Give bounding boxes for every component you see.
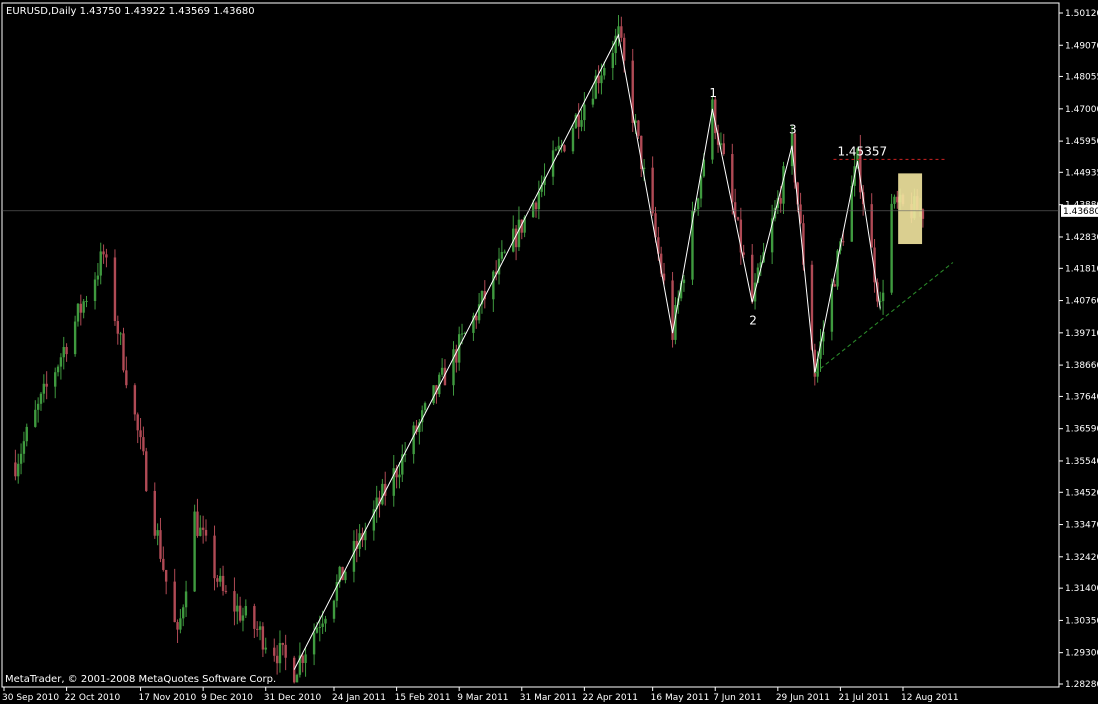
- x-tick-label: 9 Mar 2011: [457, 693, 508, 703]
- x-tick-label: 22 Oct 2010: [65, 693, 121, 703]
- candle: [145, 447, 148, 493]
- x-tick-label: 22 Apr 2011: [582, 693, 638, 703]
- wave-label: 1: [709, 86, 717, 100]
- candle: [295, 673, 299, 683]
- y-tick-label: 1.47000: [1065, 105, 1098, 115]
- x-tick-label: 31 Mar 2011: [520, 693, 577, 703]
- symbol-info: EURUSD,Daily 1.43750 1.43922 1.43569 1.4…: [6, 6, 255, 17]
- y-tick-label: 1.41810: [1065, 264, 1098, 274]
- y-tick-label: 1.33470: [1065, 521, 1098, 531]
- candle: [193, 504, 196, 592]
- resistance-label: 1.45357: [837, 144, 887, 158]
- y-tick-label: 1.29300: [1065, 649, 1098, 659]
- candle: [671, 271, 674, 348]
- y-tick-label: 1.45950: [1065, 137, 1098, 147]
- x-tick-label: 30 Sep 2010: [2, 693, 59, 703]
- x-tick-label: 31 Dec 2010: [264, 693, 322, 703]
- y-tick-label: 1.49070: [1065, 41, 1098, 51]
- y-tick-label: 1.34520: [1065, 488, 1098, 498]
- current-price-label: 1.43680: [1063, 207, 1098, 217]
- chart-background: [0, 0, 1098, 704]
- x-tick-label: 17 Nov 2010: [139, 693, 197, 703]
- x-tick-label: 21 Jul 2011: [838, 693, 889, 703]
- x-tick-label: 12 Aug 2011: [901, 693, 959, 703]
- y-tick-label: 1.38660: [1065, 361, 1098, 371]
- x-tick-label: 9 Dec 2010: [201, 693, 253, 703]
- highlight-box: [898, 173, 923, 245]
- x-tick-label: 15 Feb 2011: [395, 693, 451, 703]
- candle: [73, 315, 77, 357]
- y-tick-label: 1.36590: [1065, 425, 1098, 435]
- wave-label: 2: [749, 313, 757, 327]
- y-tick-label: 1.48055: [1065, 72, 1098, 82]
- copyright-text: MetaTrader, © 2001-2008 MetaQuotes Softw…: [5, 674, 276, 685]
- candle: [563, 144, 566, 153]
- y-tick-label: 1.50120: [1065, 9, 1098, 19]
- x-tick-label: 16 May 2011: [651, 693, 710, 703]
- y-tick-label: 1.31400: [1065, 584, 1098, 594]
- y-tick-label: 1.40760: [1065, 297, 1098, 307]
- y-tick-label: 1.32420: [1065, 553, 1098, 563]
- candle: [292, 655, 296, 684]
- y-tick-label: 1.37640: [1065, 392, 1098, 402]
- x-tick-label: 29 Jun 2011: [776, 693, 830, 703]
- wave-label: 3: [789, 123, 797, 137]
- y-tick-label: 1.42830: [1065, 233, 1098, 243]
- candle: [711, 95, 714, 164]
- y-tick-label: 1.35540: [1065, 457, 1098, 467]
- x-tick-label: 7 Jun 2011: [713, 693, 761, 703]
- price-chart[interactable]: 1.45357 1 2 3 1.50120 1.49070 1.48055 1.47000 1…: [0, 0, 1098, 704]
- y-tick-label: 1.39710: [1065, 329, 1098, 339]
- candle: [113, 249, 117, 326]
- x-tick-label: 24 Jan 2011: [332, 693, 386, 703]
- y-tick-label: 1.44935: [1065, 168, 1098, 178]
- candle: [890, 193, 893, 295]
- y-tick-label: 1.30350: [1065, 616, 1098, 626]
- candle: [122, 327, 125, 373]
- y-tick-label: 1.28280: [1065, 680, 1098, 690]
